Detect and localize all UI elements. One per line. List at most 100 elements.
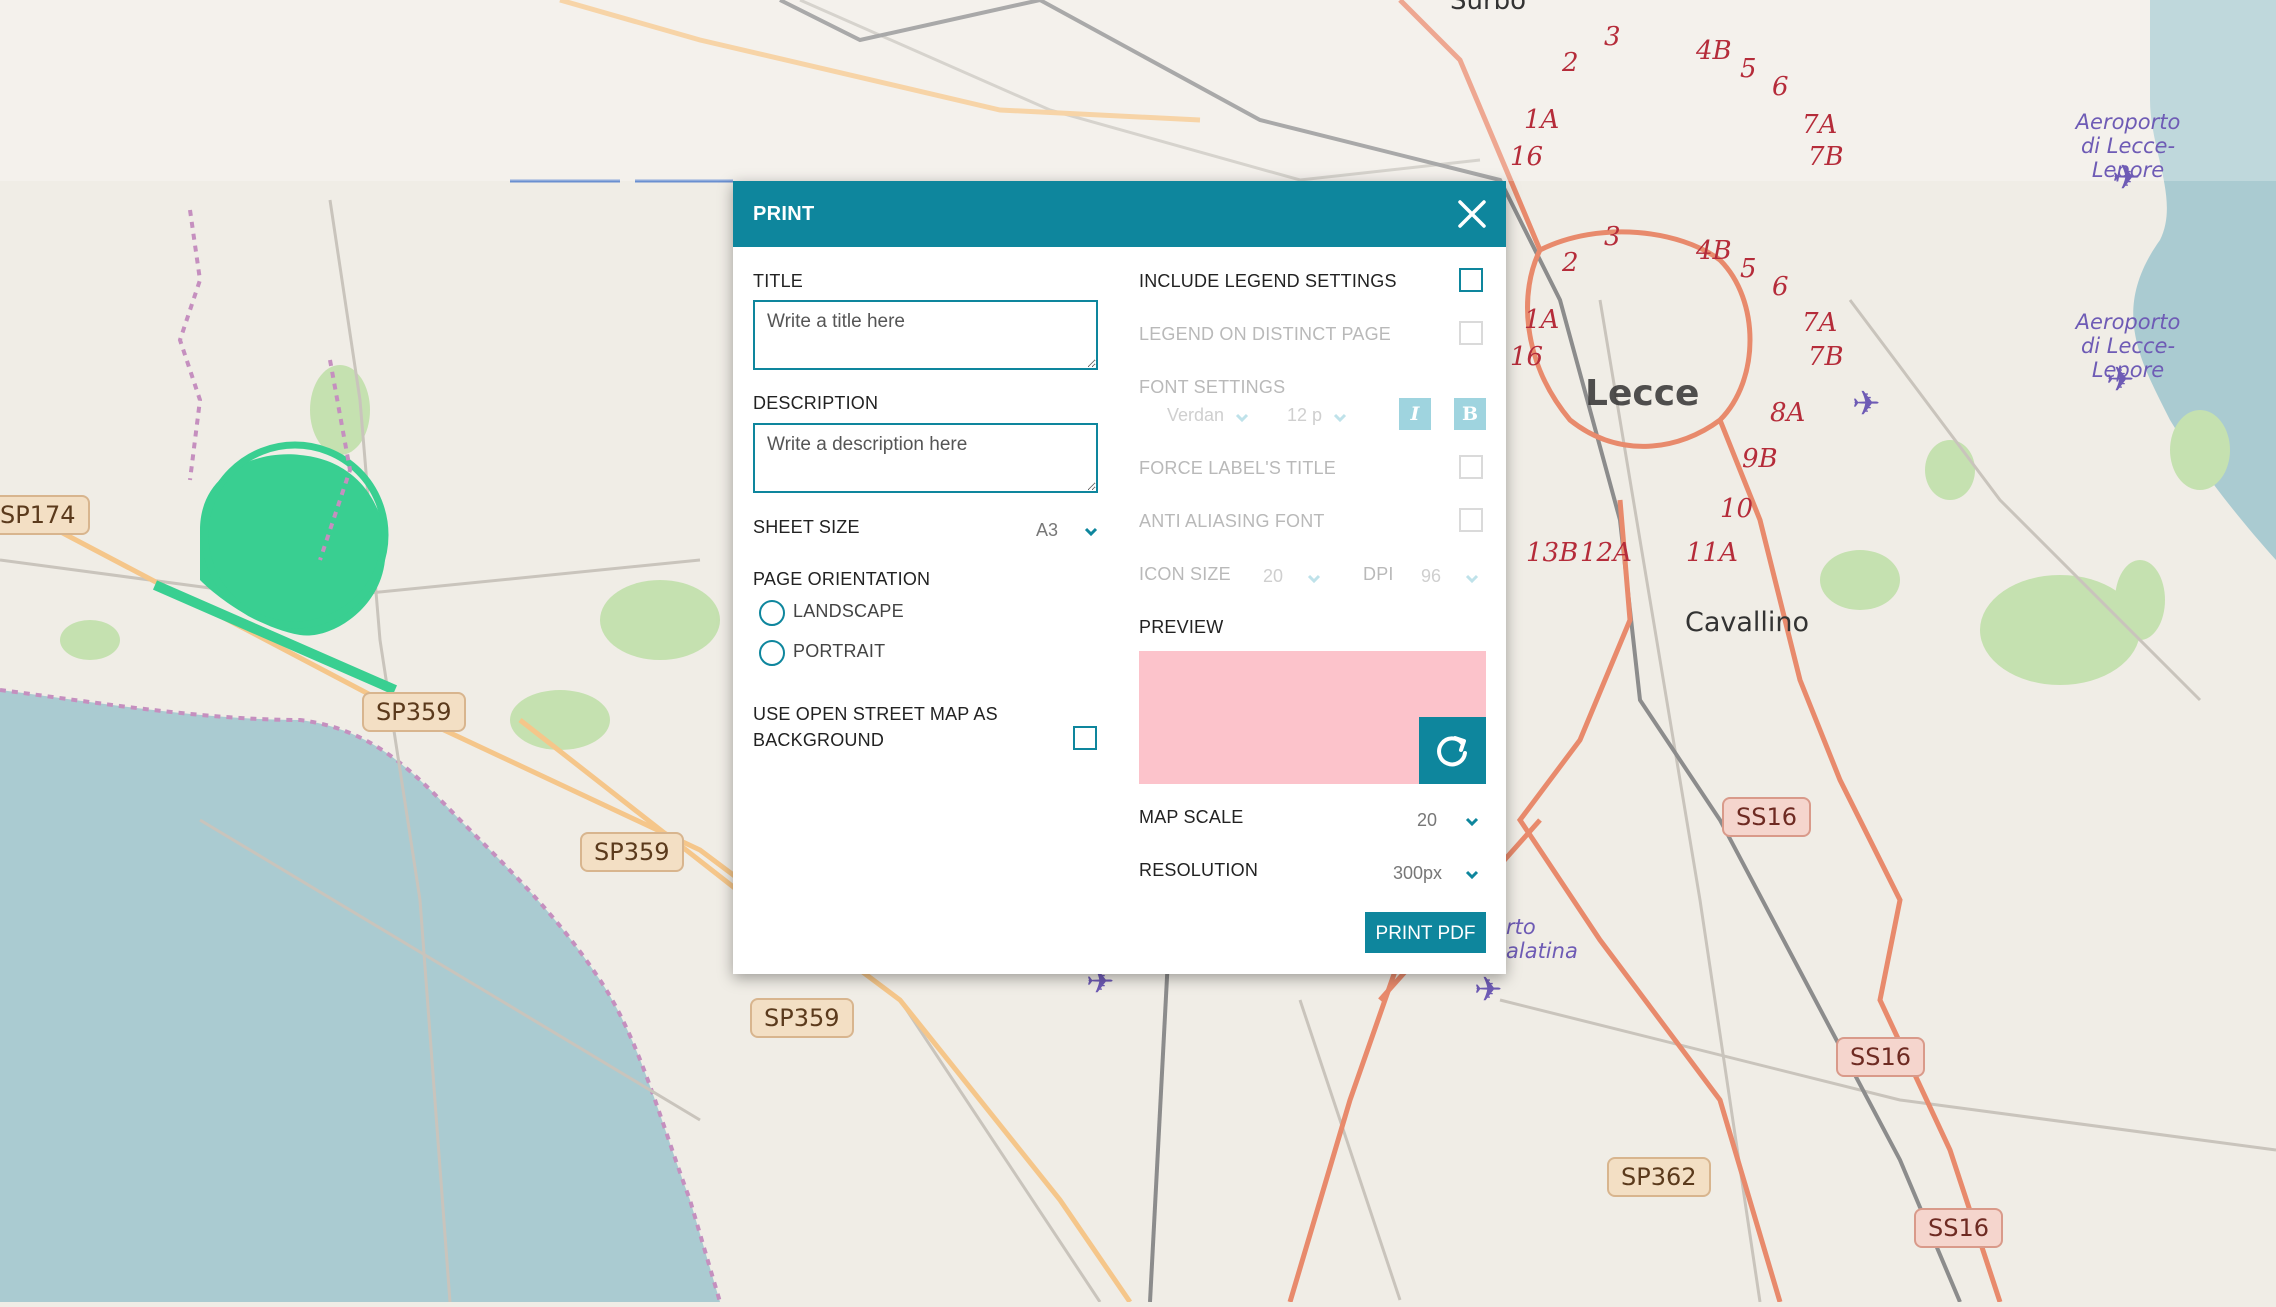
airport-icon: ✈ — [2112, 159, 2141, 197]
resolution-value: 300px — [1393, 863, 1443, 883]
resolution-select[interactable]: 300px — [1389, 856, 1488, 886]
sheet-size-select[interactable]: A3 — [1033, 513, 1103, 543]
preview-label: PREVIEW — [1139, 617, 1224, 637]
exit-number: 16 — [1510, 142, 1544, 172]
title-label: TITLE — [753, 271, 804, 291]
airport-label-line: Aeroporto — [2075, 110, 2181, 134]
exit-number: 1A — [1524, 305, 1560, 335]
font-family-select[interactable]: Verdan — [1163, 401, 1258, 429]
exit-number: 16 — [1510, 342, 1544, 372]
dialog-title: PRINT — [753, 203, 815, 225]
exit-number: 3 — [1604, 22, 1621, 52]
osm-background-checkbox[interactable] — [1073, 726, 1097, 750]
airport-icon: ✈ — [1474, 971, 1503, 1009]
exit-number: 7B — [1808, 142, 1844, 172]
place-label-surbo: Surbo — [1450, 0, 1527, 16]
airport-icon: ✈ — [1852, 385, 1881, 423]
dpi-label: DPI — [1363, 564, 1394, 584]
resolution-label: RESOLUTION — [1139, 860, 1259, 880]
road-label-sp359: SP359 — [580, 832, 684, 872]
airport-label-galatina: rto alatina — [1506, 915, 1578, 963]
bold-button[interactable]: B — [1454, 398, 1486, 430]
chevron-down-icon — [1465, 870, 1479, 880]
anti-aliasing-label: ANTI ALIASING FONT — [1139, 511, 1325, 531]
sheet-size-value: A3 — [1036, 520, 1059, 540]
exit-number: 12A — [1580, 538, 1632, 568]
print-pdf-button[interactable]: PRINT PDF — [1365, 912, 1486, 953]
exit-number: 5 — [1740, 254, 1757, 284]
legend-distinct-page-checkbox[interactable] — [1459, 321, 1483, 345]
exit-number: 3 — [1604, 222, 1621, 252]
chevron-down-icon — [1235, 413, 1249, 423]
exit-number: 5 — [1740, 54, 1757, 84]
road-label-ss16: SS16 — [1836, 1037, 1926, 1077]
dpi-value: 96 — [1421, 566, 1442, 586]
chevron-down-icon — [1084, 527, 1098, 537]
icon-size-label: ICON SIZE — [1139, 564, 1231, 584]
exit-number: 4B — [1696, 36, 1732, 66]
road-label-sp174: SP174 — [0, 495, 90, 535]
portrait-label: PORTRAIT — [793, 641, 886, 661]
refresh-icon — [1437, 736, 1467, 767]
airport-icon: ✈ — [2106, 361, 2135, 399]
exit-number: 7A — [1802, 308, 1838, 338]
airport-label-line: rto — [1506, 915, 1536, 939]
osm-label-line-1: USE OPEN STREET MAP AS — [753, 704, 998, 724]
sheet-size-label: SHEET SIZE — [753, 517, 860, 537]
road-label-ss16: SS16 — [1722, 797, 1812, 837]
force-label-title-label: FORCE LABEL'S TITLE — [1139, 458, 1336, 478]
exit-number: 8A — [1770, 398, 1806, 428]
map-scale-value: 20 — [1417, 810, 1438, 830]
font-size-value: 12 p — [1287, 405, 1323, 425]
legend-distinct-page-label: LEGEND ON DISTINCT PAGE — [1139, 324, 1391, 344]
landscape-label: LANDSCAPE — [793, 601, 904, 621]
exit-number: 6 — [1772, 72, 1789, 102]
font-size-select[interactable]: 12 p — [1283, 401, 1358, 429]
map-scale-label: MAP SCALE — [1139, 807, 1244, 827]
airport-label-line: Aeroporto — [2075, 310, 2181, 334]
include-legend-checkbox[interactable] — [1459, 268, 1483, 292]
include-legend-label: INCLUDE LEGEND SETTINGS — [1139, 271, 1397, 291]
chevron-down-icon — [1333, 413, 1347, 423]
description-input[interactable] — [753, 423, 1098, 493]
font-settings-label: FONT SETTINGS — [1139, 377, 1286, 397]
chevron-down-icon — [1465, 817, 1479, 827]
exit-number: 13B — [1526, 538, 1579, 568]
road-label-ss16: SS16 — [1914, 1208, 2004, 1248]
chevron-down-icon — [1465, 574, 1479, 584]
dialog-header: PRINT — [733, 181, 1506, 247]
exit-number: 1A — [1524, 105, 1560, 135]
icon-size-select[interactable]: 20 — [1259, 562, 1329, 590]
exit-number: 2 — [1562, 248, 1579, 278]
anti-aliasing-checkbox[interactable] — [1459, 508, 1483, 532]
dpi-select[interactable]: 96 — [1417, 562, 1487, 590]
exit-number: 11A — [1686, 538, 1738, 568]
icon-size-value: 20 — [1263, 566, 1284, 586]
exit-number: 6 — [1772, 272, 1789, 302]
force-label-title-checkbox[interactable] — [1459, 455, 1483, 479]
exit-number: 10 — [1720, 494, 1754, 524]
exit-number: 4B — [1696, 236, 1732, 266]
portrait-radio[interactable] — [759, 640, 785, 666]
chevron-down-icon — [1307, 574, 1321, 584]
map-scale-select[interactable]: 20 — [1413, 803, 1488, 833]
place-label-lecce: Lecce — [1585, 373, 1700, 414]
refresh-preview-button[interactable] — [1419, 717, 1486, 784]
exit-number: 9B — [1742, 444, 1778, 474]
road-label-sp359: SP359 — [362, 692, 466, 732]
print-dialog: PRINT TITLE DESCRIPTION SHEET SIZE A3 PA… — [733, 181, 1506, 974]
preview-area — [1139, 651, 1486, 784]
road-label-sp362: SP362 — [1607, 1157, 1711, 1197]
font-family-value: Verdan — [1167, 405, 1225, 425]
landscape-radio[interactable] — [759, 600, 785, 626]
exit-number: 2 — [1562, 48, 1579, 78]
page-orientation-label: PAGE ORIENTATION — [753, 569, 931, 589]
title-input[interactable] — [753, 300, 1098, 370]
description-label: DESCRIPTION — [753, 393, 879, 413]
place-label-cavallino: Cavallino — [1685, 607, 1810, 638]
osm-background-label: USE OPEN STREET MAP AS BACKGROUND — [753, 701, 998, 753]
road-label-sp359: SP359 — [750, 998, 854, 1038]
italic-button[interactable]: I — [1399, 398, 1431, 430]
close-button[interactable] — [1452, 194, 1492, 234]
exit-number: 7A — [1802, 110, 1838, 140]
